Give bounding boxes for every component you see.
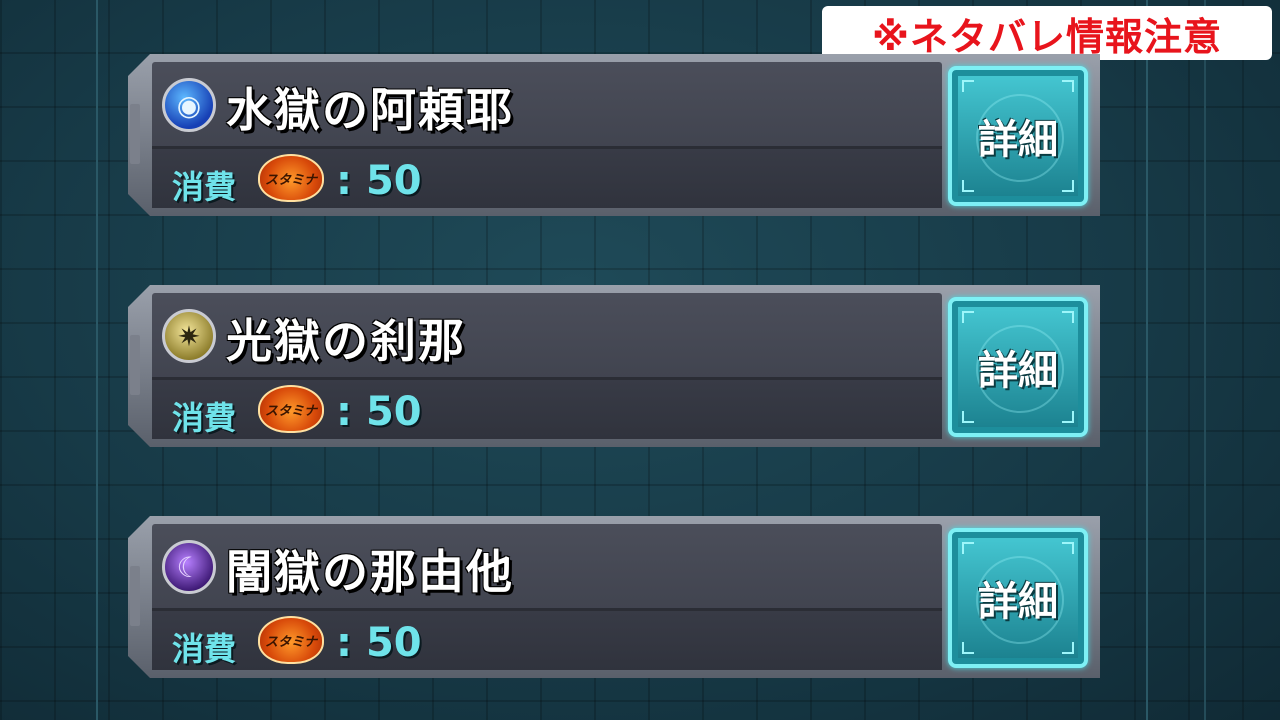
detail-button-label: 詳細 <box>978 578 1058 625</box>
cost-value: : 50 <box>336 158 422 204</box>
detail-button[interactable]: 詳細 <box>948 66 1088 206</box>
cost-label: 消費 <box>172 630 237 668</box>
quest-card-light[interactable]: ✷ 光獄の刹那 消費 スタミナ : 50 詳細 <box>128 285 1100 447</box>
background-rail <box>1146 0 1148 720</box>
quest-card-dark[interactable]: ☾ 闇獄の那由他 消費 スタミナ : 50 詳細 <box>128 516 1100 678</box>
detail-button-label: 詳細 <box>978 347 1058 394</box>
stamina-icon: スタミナ <box>258 616 324 664</box>
light-element-icon: ✷ <box>162 309 216 363</box>
detail-button[interactable]: 詳細 <box>948 528 1088 668</box>
cost-value: : 50 <box>336 620 422 666</box>
stamina-icon: スタミナ <box>258 385 324 433</box>
stamina-icon: スタミナ <box>258 154 324 202</box>
cost-value: : 50 <box>336 389 422 435</box>
quest-title: 光獄の刹那 <box>226 314 466 368</box>
quest-title: 水獄の阿頼耶 <box>226 83 514 137</box>
background-rail <box>1204 0 1206 720</box>
detail-button-label: 詳細 <box>978 116 1058 163</box>
background-rail <box>96 0 98 720</box>
spoiler-warning-banner: ※ネタバレ情報注意 <box>822 6 1272 60</box>
cost-label: 消費 <box>172 399 237 437</box>
dark-element-icon: ☾ <box>162 540 216 594</box>
quest-title: 闇獄の那由他 <box>226 545 514 599</box>
detail-button[interactable]: 詳細 <box>948 297 1088 437</box>
water-element-icon: ◉ <box>162 78 216 132</box>
cost-label: 消費 <box>172 168 237 206</box>
quest-card-water[interactable]: ◉ 水獄の阿頼耶 消費 スタミナ : 50 詳細 <box>128 54 1100 216</box>
